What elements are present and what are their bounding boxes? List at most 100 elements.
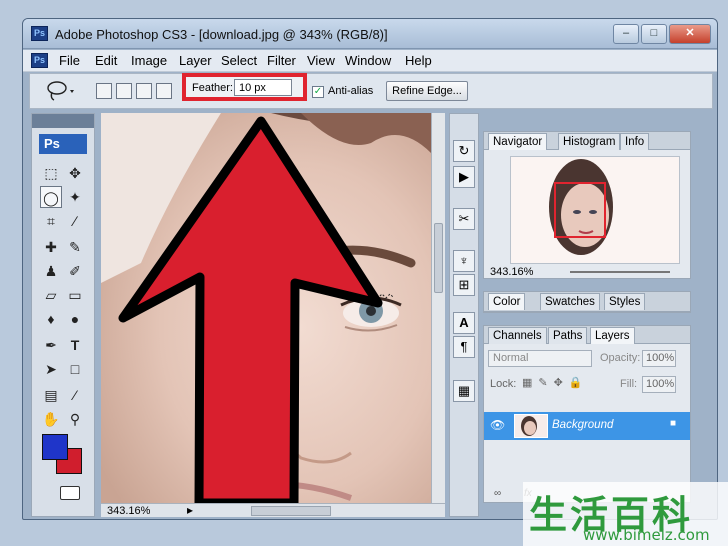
stamp-tool-icon[interactable]: ♟: [40, 260, 62, 282]
marquee-tool-icon[interactable]: ⬚: [40, 162, 62, 184]
scroll-thumb[interactable]: [434, 223, 443, 293]
photoshop-window: Ps Adobe Photoshop CS3 - [download.jpg @…: [22, 18, 718, 520]
tool-presets-icon[interactable]: ✂: [453, 208, 475, 230]
navigator-thumbnail: [549, 159, 613, 255]
history-brush-icon[interactable]: ✐: [64, 260, 86, 282]
minimize-button[interactable]: –: [613, 24, 639, 44]
pen-tool-icon[interactable]: ✒: [40, 334, 62, 356]
ps-logo[interactable]: Ps: [39, 134, 87, 154]
eraser-tool-icon[interactable]: ▱: [40, 284, 62, 306]
lasso-tool-icon[interactable]: ◯: [40, 186, 62, 208]
tab-info[interactable]: Info: [620, 133, 650, 150]
menu-view[interactable]: View: [307, 53, 335, 68]
tab-channels[interactable]: Channels: [488, 327, 547, 344]
watermark-url: www.bimeiz.com: [583, 526, 710, 544]
zoom-tool-icon[interactable]: ⚲: [64, 408, 86, 430]
eyedropper-icon[interactable]: ⁄: [64, 384, 86, 406]
character-panel-icon[interactable]: A: [453, 312, 475, 334]
layer-name: Background: [552, 419, 614, 431]
refine-edge-button[interactable]: Refine Edge...: [386, 81, 468, 101]
tab-paths[interactable]: Paths: [548, 327, 588, 344]
menu-select[interactable]: Select: [221, 53, 257, 68]
history-panel-icon[interactable]: ↻: [453, 140, 475, 162]
gradient-tool-icon[interactable]: ▭: [64, 284, 86, 306]
layer-visibility-icon[interactable]: 👁: [490, 418, 505, 432]
feather-input[interactable]: [234, 79, 292, 96]
quick-mask-icon[interactable]: [60, 486, 80, 500]
canvas-image: [101, 113, 431, 503]
tab-layers[interactable]: Layers: [590, 327, 635, 344]
notes-tool-icon[interactable]: ▤: [40, 384, 62, 406]
add-selection-icon[interactable]: [116, 83, 132, 99]
type-tool-icon[interactable]: T: [64, 334, 86, 356]
lasso-preset-icon[interactable]: [44, 79, 78, 103]
crop-tool-icon[interactable]: ⌗: [40, 210, 62, 232]
blur-tool-icon[interactable]: ♦: [40, 308, 62, 330]
tab-navigator[interactable]: Navigator: [488, 133, 548, 150]
antialias-checkbox[interactable]: ✓: [312, 86, 324, 98]
title-bar: Ps Adobe Photoshop CS3 - [download.jpg @…: [23, 19, 717, 49]
layer-comps-icon[interactable]: ▦: [453, 380, 475, 402]
slice-tool-icon[interactable]: ∕: [64, 210, 86, 232]
horizontal-scroll-thumb[interactable]: [251, 506, 331, 516]
opacity-field[interactable]: 100%: [642, 350, 676, 367]
brush-tool-icon[interactable]: ✎: [64, 236, 86, 258]
magic-wand-icon[interactable]: ✦: [64, 186, 86, 208]
actions-panel-icon[interactable]: ▶: [453, 166, 475, 188]
navigator-zoom-slider[interactable]: [570, 271, 670, 273]
hand-tool-icon[interactable]: ✋: [40, 408, 62, 430]
menu-edit[interactable]: Edit: [95, 53, 117, 68]
panel-dock: ↻ ▶ ✂ ♆ ⊞ A ¶ ▦: [449, 113, 479, 517]
tab-histogram[interactable]: Histogram: [558, 133, 621, 150]
brushes-panel-icon[interactable]: ♆: [453, 250, 475, 272]
lock-icons[interactable]: ▦✎✥🔒: [522, 376, 589, 389]
ps-menu-icon[interactable]: Ps: [31, 53, 48, 68]
app-icon: Ps: [31, 26, 48, 41]
link-layers-icon[interactable]: ∞: [494, 488, 501, 499]
menu-window[interactable]: Window: [345, 53, 391, 68]
layers-tab-row: Channels Paths Layers: [484, 326, 690, 344]
shape-tool-icon[interactable]: □: [64, 358, 86, 380]
menu-image[interactable]: Image: [131, 53, 167, 68]
status-menu-arrow-icon[interactable]: ▸: [187, 503, 193, 517]
layers-panel: Channels Paths Layers Normal Opacity: 10…: [483, 325, 691, 503]
opacity-label: Opacity:: [600, 352, 641, 364]
document-canvas[interactable]: [101, 113, 431, 503]
toolbox-header[interactable]: [32, 114, 94, 128]
dodge-tool-icon[interactable]: ●: [64, 308, 86, 330]
menu-filter[interactable]: Filter: [267, 53, 296, 68]
path-select-icon[interactable]: ➤: [40, 358, 62, 380]
clone-source-icon[interactable]: ⊞: [453, 274, 475, 296]
layer-lock-icon: ■: [670, 418, 677, 429]
foreground-color-swatch[interactable]: [42, 434, 68, 460]
canvas-vertical-scrollbar[interactable]: [431, 113, 445, 503]
antialias-label: Anti-alias: [328, 85, 374, 97]
subtract-selection-icon[interactable]: [136, 83, 152, 99]
zoom-status: 343.16%: [107, 505, 151, 517]
maximize-button[interactable]: □: [641, 24, 667, 44]
menu-help[interactable]: Help: [405, 53, 432, 68]
navigator-panel: Navigator Histogram Info 343.16%: [483, 131, 691, 279]
tab-color[interactable]: Color: [488, 293, 526, 310]
layer-thumbnail: [514, 414, 548, 438]
healing-brush-icon[interactable]: ✚: [40, 236, 62, 258]
menu-layer[interactable]: Layer: [179, 53, 212, 68]
status-bar: 343.16% ▸: [101, 503, 445, 517]
navigator-preview[interactable]: [510, 156, 680, 264]
toolbox: Ps ⬚ ✥ ◯ ✦ ⌗ ∕ ✚ ✎ ♟ ✐ ▱ ▭ ♦ ● ✒ T ➤ □ ▤…: [31, 113, 95, 517]
tab-swatches[interactable]: Swatches: [540, 293, 600, 310]
new-selection-icon[interactable]: [96, 83, 112, 99]
intersect-selection-icon[interactable]: [156, 83, 172, 99]
close-button[interactable]: ✕: [669, 24, 711, 44]
feather-label: Feather:: [192, 82, 233, 94]
paragraph-panel-icon[interactable]: ¶: [453, 336, 475, 358]
color-panel: Color Swatches Styles: [483, 291, 691, 313]
move-tool-icon[interactable]: ✥: [64, 162, 86, 184]
feather-highlight: Feather:: [182, 73, 307, 101]
fill-field[interactable]: 100%: [642, 376, 676, 393]
layer-row[interactable]: 👁 Background ■: [484, 412, 690, 440]
blend-mode-select[interactable]: Normal: [488, 350, 592, 367]
navigator-zoom[interactable]: 343.16%: [490, 266, 533, 278]
tab-styles[interactable]: Styles: [604, 293, 646, 310]
menu-file[interactable]: File: [59, 53, 80, 68]
